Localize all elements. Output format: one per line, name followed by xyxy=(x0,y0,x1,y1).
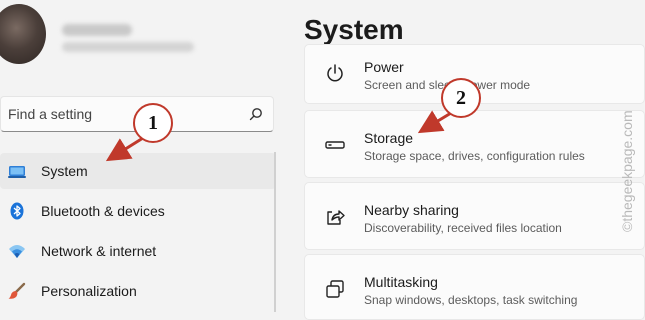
annotation-arrows xyxy=(105,110,452,162)
annotation-arrow-2 xyxy=(417,110,452,134)
annotation-badge-2: 2 xyxy=(441,78,481,118)
annotation-badge-1: 1 xyxy=(133,103,173,143)
annotation-arrow-1 xyxy=(105,136,144,162)
